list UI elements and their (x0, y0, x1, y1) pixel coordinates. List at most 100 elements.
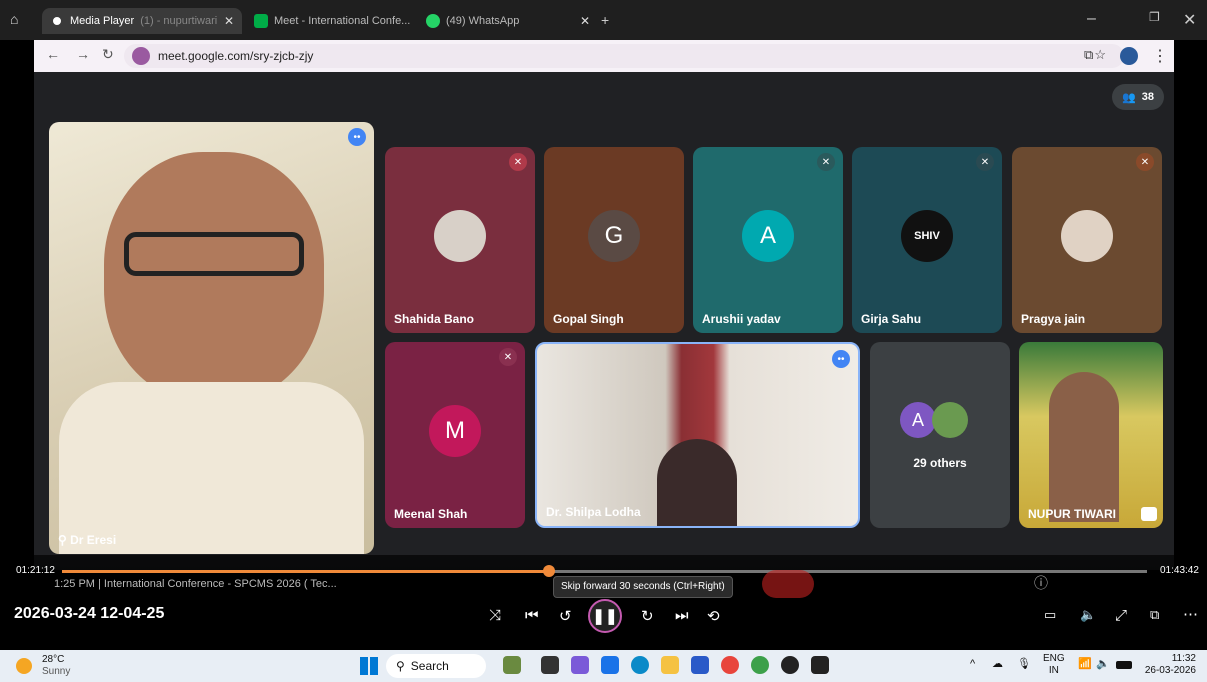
tab-meet[interactable]: Meet - International Confe... ◉ ✕ (246, 8, 411, 34)
participant-avatar: A (742, 210, 794, 262)
search-icon: ⚲ (396, 659, 405, 673)
chrome-icon[interactable] (721, 656, 739, 674)
site-info-icon[interactable] (132, 47, 150, 65)
participant-name: Dr. Shilpa Lodha (546, 505, 641, 519)
participant-name: Girja Sahu (861, 312, 922, 326)
participant-tile[interactable]: SHIV ✕ Girja Sahu (852, 147, 1002, 333)
participant-figure (657, 439, 737, 526)
whatsapp-icon (426, 14, 440, 28)
app-icon[interactable] (781, 656, 799, 674)
url-text: meet.google.com/sry-zjcb-zjy (158, 49, 314, 63)
taskbar-search[interactable]: ⚲ Search (386, 654, 486, 678)
pin-icon[interactable]: ⚲ (58, 533, 70, 547)
subtitles-icon[interactable]: ▭ (1044, 607, 1056, 623)
copilot-icon[interactable] (571, 656, 589, 674)
info-icon: ⓘ (1034, 575, 1048, 591)
speaker-figure (104, 152, 324, 402)
url-field[interactable]: meet.google.com/sry-zjcb-zjy ☆ (124, 44, 1124, 68)
wifi-icon[interactable]: 📶 (1078, 657, 1092, 670)
extensions-icon[interactable]: ⧉ (1084, 47, 1093, 63)
participant-video-tile[interactable]: •• Dr. Shilpa Lodha (535, 342, 860, 528)
previous-icon[interactable]: ⏮ (525, 607, 539, 624)
back-icon[interactable]: ← (46, 46, 60, 62)
windows-start-icon[interactable] (360, 657, 378, 675)
others-photo (932, 402, 968, 438)
participant-video-tile[interactable]: NUPUR TIWARI (1019, 342, 1163, 528)
task-view-icon[interactable] (541, 656, 559, 674)
muted-mic-icon: ✕ (499, 348, 517, 366)
profile-avatar[interactable] (1120, 47, 1138, 65)
seek-bar[interactable] (62, 565, 1147, 577)
participant-tile[interactable]: ✕ Pragya jain (1012, 147, 1162, 333)
file-explorer-icon[interactable] (661, 656, 679, 674)
restore-icon[interactable]: ❐ (1149, 10, 1160, 24)
speaker-tile[interactable]: •• ⚲ Dr Eresi (49, 122, 374, 554)
browser-menu-icon[interactable]: ⋮ (1152, 46, 1168, 66)
edge-icon[interactable] (631, 656, 649, 674)
others-tile[interactable]: A 29 others (870, 342, 1010, 528)
weather-temp: 28°C (42, 654, 65, 665)
end-call-button (762, 570, 814, 598)
microphone-icon[interactable]: 🎙 (1017, 657, 1031, 670)
participants-count-badge[interactable]: 👥 38 (1112, 84, 1164, 110)
clock[interactable]: 11:32 26-03-2026 (1140, 653, 1196, 677)
close-tab-icon[interactable]: ✕ (224, 14, 234, 28)
media-player-controls: 01:21:12 01:43:42 1:25 PM | Internationa… (0, 555, 1207, 650)
bookmark-star-icon[interactable]: ☆ (1094, 47, 1106, 63)
participant-tile[interactable]: ✕ Shahida Bano (385, 147, 535, 333)
volume-tray-icon[interactable]: 🔈 (1096, 657, 1110, 670)
onedrive-icon[interactable]: ☁ (992, 657, 1003, 670)
tab-label: Meet - International Confe... (274, 15, 411, 27)
language-indicator[interactable]: ENG IN (1043, 653, 1065, 677)
forward-icon[interactable]: → (76, 46, 90, 62)
participant-tile[interactable]: M ✕ Meenal Shah (385, 342, 525, 528)
tab-label-behind: (1) - nupurtiwari1503... (140, 15, 218, 27)
elapsed-time: 01:21:12 (16, 565, 55, 576)
seek-handle[interactable] (543, 565, 556, 577)
battery-icon[interactable] (1116, 661, 1132, 669)
language-code: ENG (1043, 653, 1065, 664)
speaker-name: ⚲ Dr Eresi (58, 533, 117, 547)
widgets-icon[interactable] (503, 656, 521, 674)
speaker-shirt (59, 382, 364, 554)
shuffle-icon[interactable]: ⤨ (489, 607, 501, 624)
fullscreen-icon[interactable]: ⤢ (1115, 607, 1127, 624)
participant-avatar: G (588, 210, 640, 262)
pause-button[interactable]: ❚❚ (588, 599, 622, 633)
participant-name: Pragya jain (1021, 312, 1086, 326)
muted-mic-icon: ✕ (1136, 153, 1154, 171)
participants-count: 38 (1141, 91, 1154, 103)
app-icon[interactable] (751, 656, 769, 674)
volume-icon[interactable]: 🔈 (1080, 607, 1096, 623)
participant-tile[interactable]: A ✕ Arushii yadav (693, 147, 843, 333)
tab-label: Media Player (70, 15, 135, 27)
app-icon[interactable] (691, 656, 709, 674)
store-icon[interactable] (601, 656, 619, 674)
weather-icon (16, 658, 32, 674)
home-icon[interactable]: ⌂ (10, 11, 18, 27)
reload-icon[interactable]: ↻ (102, 46, 114, 63)
show-hidden-icons[interactable]: ^ (970, 658, 975, 670)
participant-name: Gopal Singh (553, 312, 624, 326)
media-player-icon[interactable] (811, 656, 829, 674)
others-avatar: A (900, 402, 936, 438)
mini-player-icon[interactable]: ⧉ (1150, 607, 1159, 623)
minimize-icon[interactable]: – (1087, 10, 1096, 28)
new-tab-icon[interactable]: + (601, 12, 609, 28)
skip-back-10-icon[interactable]: ↺ (559, 607, 572, 625)
taskbar: 28°C Sunny ⚲ Search ^ ☁ 🎙 ENG IN 📶 🔈 11:… (0, 650, 1207, 682)
tab-whatsapp[interactable]: (49) WhatsApp ✕ (418, 8, 598, 34)
participant-tile[interactable]: G Gopal Singh (544, 147, 684, 333)
repeat-icon[interactable]: ⟲ (707, 607, 720, 625)
weather-desc: Sunny (42, 666, 71, 677)
next-icon[interactable]: ⏭ (675, 607, 689, 624)
close-tab-icon[interactable]: ✕ (580, 14, 590, 28)
tab-media-player[interactable]: Media Player (1) - nupurtiwari1503... ✕ (42, 8, 242, 34)
skip-forward-30-icon[interactable]: ↻ (641, 607, 654, 625)
meet-icon (254, 14, 268, 28)
more-options-icon[interactable]: ⋯ (1183, 605, 1198, 623)
skip-forward-tooltip: Skip forward 30 seconds (Ctrl+Right) (553, 576, 733, 598)
close-window-icon[interactable]: ✕ (1183, 10, 1196, 30)
participant-photo (434, 210, 486, 262)
participant-name: NUPUR TIWARI (1028, 507, 1116, 521)
